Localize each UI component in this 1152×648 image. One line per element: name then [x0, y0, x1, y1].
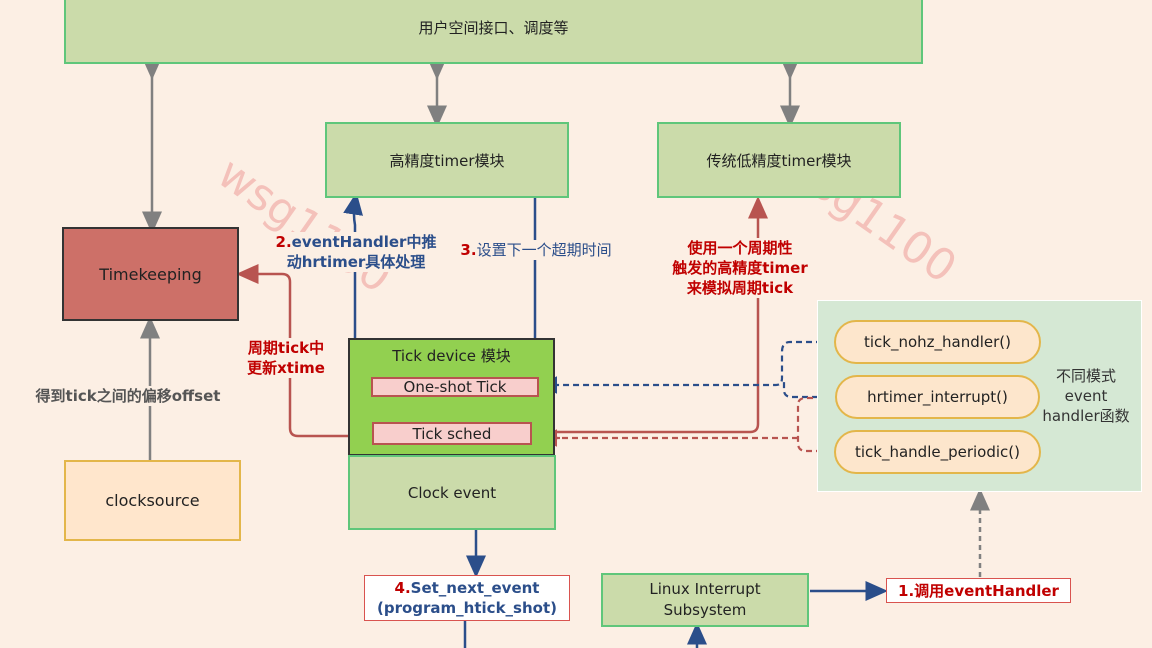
handler-hrtimer-interrupt: hrtimer_interrupt(): [835, 375, 1040, 419]
dashed-periodic-to-ticksched: [546, 396, 836, 453]
clock-event-box: Clock event: [348, 455, 556, 530]
user-space-label: 用户空间接口、调度等: [418, 18, 569, 37]
timekeeping-box: Timekeeping: [62, 227, 239, 321]
dashed-nohz-to-oneshot: [537, 340, 832, 394]
periodic-hrtimer-label: 使用一个周期性 触发的高精度timer 来模拟周期tick: [652, 238, 828, 298]
tick-device-label: Tick device 模块: [392, 346, 511, 365]
handler-tick-nohz: tick_nohz_handler(): [834, 320, 1041, 364]
offset-label: 得到tick之间的偏移offset: [20, 386, 236, 406]
hrtimer-box: 高精度timer模块: [325, 122, 569, 198]
step4-line2: (program_htick_shot): [377, 599, 557, 617]
step1-box: 1.调用eventHandler: [886, 578, 1071, 603]
handler-tick-periodic: tick_handle_periodic(): [834, 430, 1041, 474]
step4-line1: Set_next_event: [410, 579, 540, 597]
xtime-label: 周期tick中 更新xtime: [236, 338, 336, 378]
linux-interrupt-box: Linux Interrupt Subsystem: [601, 573, 809, 627]
handlers-group-label: 不同模式 event handler函数: [1042, 367, 1130, 425]
step3-label: 3.设置下一个超期时间: [443, 240, 629, 260]
tick-sched-box: Tick sched: [372, 422, 532, 445]
step2-label: 2.eventHandler中推 动hrtimer具体处理: [268, 232, 444, 272]
step4-number: 4.: [394, 579, 411, 597]
set-next-event-box: 4.Set_next_event (program_htick_shot): [364, 575, 570, 621]
lowres-timer-box: 传统低精度timer模块: [657, 122, 901, 198]
clocksource-box: clocksource: [64, 460, 241, 541]
oneshot-tick-box: One-shot Tick: [371, 377, 539, 397]
